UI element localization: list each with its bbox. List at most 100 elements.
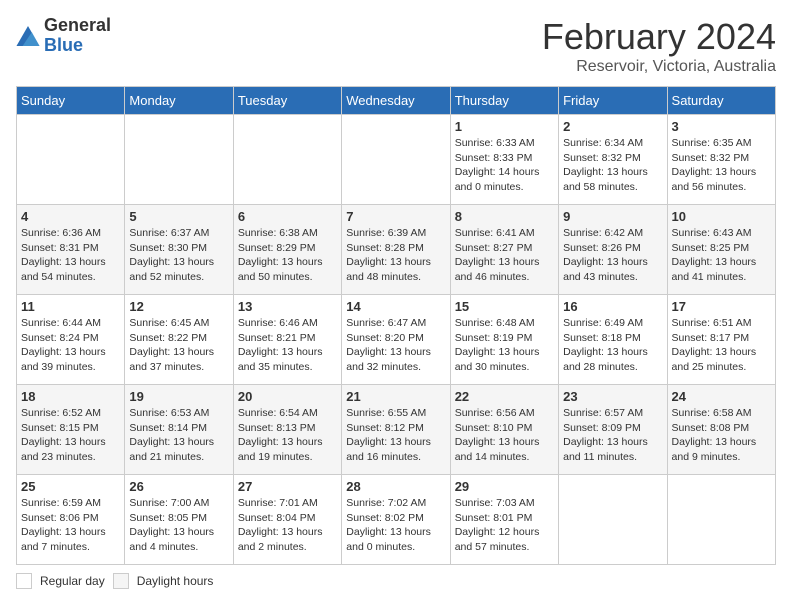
- calendar-cell: 16 Sunrise: 6:49 AMSunset: 8:18 PMDayligh…: [559, 295, 667, 385]
- day-info: Sunrise: 6:48 AMSunset: 8:19 PMDaylight:…: [455, 316, 554, 375]
- calendar-cell: [125, 115, 233, 205]
- day-number: 5: [129, 209, 228, 224]
- day-number: 29: [455, 479, 554, 494]
- day-number: 28: [346, 479, 445, 494]
- day-info: Sunrise: 6:44 AMSunset: 8:24 PMDaylight:…: [21, 316, 120, 375]
- calendar-cell: 19 Sunrise: 6:53 AMSunset: 8:14 PMDayligh…: [125, 385, 233, 475]
- day-number: 6: [238, 209, 337, 224]
- day-number: 27: [238, 479, 337, 494]
- legend-white-box: [16, 573, 32, 589]
- calendar-cell: 29Sunrise: 7:03 AMSunset: 8:01 PMDayligh…: [450, 475, 558, 565]
- calendar-cell: [667, 475, 775, 565]
- day-info: Sunrise: 6:49 AMSunset: 8:18 PMDaylight:…: [563, 316, 662, 375]
- day-info: Sunrise: 6:47 AMSunset: 8:20 PMDaylight:…: [346, 316, 445, 375]
- calendar-cell: [17, 115, 125, 205]
- day-number: 8: [455, 209, 554, 224]
- legend: Regular day Daylight hours: [16, 573, 776, 589]
- calendar-cell: 25 Sunrise: 6:59 AMSunset: 8:06 PMDayligh…: [17, 475, 125, 565]
- weekday-header-saturday: Saturday: [667, 87, 775, 115]
- calendar-cell: 26Sunrise: 7:00 AMSunset: 8:05 PMDayligh…: [125, 475, 233, 565]
- day-info: Sunrise: 6:59 AMSunset: 8:06 PMDaylight:…: [21, 496, 120, 555]
- calendar-cell: 24 Sunrise: 6:58 AMSunset: 8:08 PMDayligh…: [667, 385, 775, 475]
- day-number: 4: [21, 209, 120, 224]
- day-number: 21: [346, 389, 445, 404]
- calendar-cell: 17 Sunrise: 6:51 AMSunset: 8:17 PMDayligh…: [667, 295, 775, 385]
- calendar-cell: 2Sunrise: 6:34 AMSunset: 8:32 PMDaylight…: [559, 115, 667, 205]
- day-info: Sunrise: 6:55 AMSunset: 8:12 PMDaylight:…: [346, 406, 445, 465]
- day-number: 25: [21, 479, 120, 494]
- day-number: 23: [563, 389, 662, 404]
- weekday-header-tuesday: Tuesday: [233, 87, 341, 115]
- logo-icon: [16, 26, 40, 46]
- calendar-cell: [342, 115, 450, 205]
- day-number: 20: [238, 389, 337, 404]
- calendar-table: SundayMondayTuesdayWednesdayThursdayFrid…: [16, 86, 776, 565]
- day-number: 1: [455, 119, 554, 134]
- day-info: Sunrise: 6:46 AMSunset: 8:21 PMDaylight:…: [238, 316, 337, 375]
- day-info: Sunrise: 7:02 AMSunset: 8:02 PMDaylight:…: [346, 496, 445, 555]
- calendar-cell: 20 Sunrise: 6:54 AMSunset: 8:13 PMDayligh…: [233, 385, 341, 475]
- location-title: Reservoir, Victoria, Australia: [542, 58, 776, 76]
- day-info: Sunrise: 6:45 AMSunset: 8:22 PMDaylight:…: [129, 316, 228, 375]
- logo-blue-text: Blue: [44, 36, 111, 56]
- day-number: 17: [672, 299, 771, 314]
- day-info: Sunrise: 6:43 AMSunset: 8:25 PMDaylight:…: [672, 226, 771, 285]
- calendar-cell: 1 Sunrise: 6:33 AMSunset: 8:33 PMDaylight…: [450, 115, 558, 205]
- day-number: 19: [129, 389, 228, 404]
- day-number: 2: [563, 119, 662, 134]
- logo-general-text: General: [44, 16, 111, 36]
- weekday-header-monday: Monday: [125, 87, 233, 115]
- calendar-cell: 5 Sunrise: 6:37 AMSunset: 8:30 PMDaylight…: [125, 205, 233, 295]
- calendar-cell: 18 Sunrise: 6:52 AMSunset: 8:15 PMDayligh…: [17, 385, 125, 475]
- calendar-cell: 22 Sunrise: 6:56 AMSunset: 8:10 PMDayligh…: [450, 385, 558, 475]
- day-number: 18: [21, 389, 120, 404]
- logo: General Blue: [16, 16, 111, 56]
- legend-gray-box: [113, 573, 129, 589]
- calendar-cell: 9 Sunrise: 6:42 AMSunset: 8:26 PMDaylight…: [559, 205, 667, 295]
- day-info: Sunrise: 6:53 AMSunset: 8:14 PMDaylight:…: [129, 406, 228, 465]
- legend-white-label: Regular day: [40, 574, 105, 588]
- weekday-header-sunday: Sunday: [17, 87, 125, 115]
- day-number: 9: [563, 209, 662, 224]
- calendar-cell: 4 Sunrise: 6:36 AMSunset: 8:31 PMDaylight…: [17, 205, 125, 295]
- day-info: Sunrise: 6:42 AMSunset: 8:26 PMDaylight:…: [563, 226, 662, 285]
- day-info: Sunrise: 6:36 AMSunset: 8:31 PMDaylight:…: [21, 226, 120, 285]
- calendar-cell: 27 Sunrise: 7:01 AMSunset: 8:04 PMDayligh…: [233, 475, 341, 565]
- day-info: Sunrise: 6:41 AMSunset: 8:27 PMDaylight:…: [455, 226, 554, 285]
- day-info: Sunrise: 6:56 AMSunset: 8:10 PMDaylight:…: [455, 406, 554, 465]
- calendar-cell: 15 Sunrise: 6:48 AMSunset: 8:19 PMDayligh…: [450, 295, 558, 385]
- calendar-cell: 3 Sunrise: 6:35 AMSunset: 8:32 PMDaylight…: [667, 115, 775, 205]
- calendar-cell: 28 Sunrise: 7:02 AMSunset: 8:02 PMDayligh…: [342, 475, 450, 565]
- day-info: Sunrise: 6:33 AMSunset: 8:33 PMDaylight:…: [455, 136, 554, 195]
- month-title: February 2024: [542, 16, 776, 58]
- calendar-cell: 21 Sunrise: 6:55 AMSunset: 8:12 PMDayligh…: [342, 385, 450, 475]
- day-number: 15: [455, 299, 554, 314]
- weekday-header-friday: Friday: [559, 87, 667, 115]
- day-number: 7: [346, 209, 445, 224]
- day-info: Sunrise: 6:54 AMSunset: 8:13 PMDaylight:…: [238, 406, 337, 465]
- day-info: Sunrise: 6:58 AMSunset: 8:08 PMDaylight:…: [672, 406, 771, 465]
- calendar-cell: 10Sunrise: 6:43 AMSunset: 8:25 PMDayligh…: [667, 205, 775, 295]
- day-info: Sunrise: 7:00 AMSunset: 8:05 PMDaylight:…: [129, 496, 228, 555]
- calendar-cell: 12Sunrise: 6:45 AMSunset: 8:22 PMDayligh…: [125, 295, 233, 385]
- weekday-header-wednesday: Wednesday: [342, 87, 450, 115]
- calendar-cell: 23 Sunrise: 6:57 AMSunset: 8:09 PMDayligh…: [559, 385, 667, 475]
- day-info: Sunrise: 6:57 AMSunset: 8:09 PMDaylight:…: [563, 406, 662, 465]
- day-number: 22: [455, 389, 554, 404]
- day-info: Sunrise: 6:37 AMSunset: 8:30 PMDaylight:…: [129, 226, 228, 285]
- day-info: Sunrise: 6:35 AMSunset: 8:32 PMDaylight:…: [672, 136, 771, 195]
- day-info: Sunrise: 7:01 AMSunset: 8:04 PMDaylight:…: [238, 496, 337, 555]
- calendar-cell: [233, 115, 341, 205]
- day-number: 14: [346, 299, 445, 314]
- day-info: Sunrise: 6:51 AMSunset: 8:17 PMDaylight:…: [672, 316, 771, 375]
- day-number: 16: [563, 299, 662, 314]
- calendar-cell: 13 Sunrise: 6:46 AMSunset: 8:21 PMDayligh…: [233, 295, 341, 385]
- day-number: 24: [672, 389, 771, 404]
- day-number: 13: [238, 299, 337, 314]
- calendar-cell: [559, 475, 667, 565]
- calendar-cell: 7Sunrise: 6:39 AMSunset: 8:28 PMDaylight…: [342, 205, 450, 295]
- calendar-cell: 6Sunrise: 6:38 AMSunset: 8:29 PMDaylight…: [233, 205, 341, 295]
- day-number: 3: [672, 119, 771, 134]
- day-number: 11: [21, 299, 120, 314]
- day-info: Sunrise: 6:52 AMSunset: 8:15 PMDaylight:…: [21, 406, 120, 465]
